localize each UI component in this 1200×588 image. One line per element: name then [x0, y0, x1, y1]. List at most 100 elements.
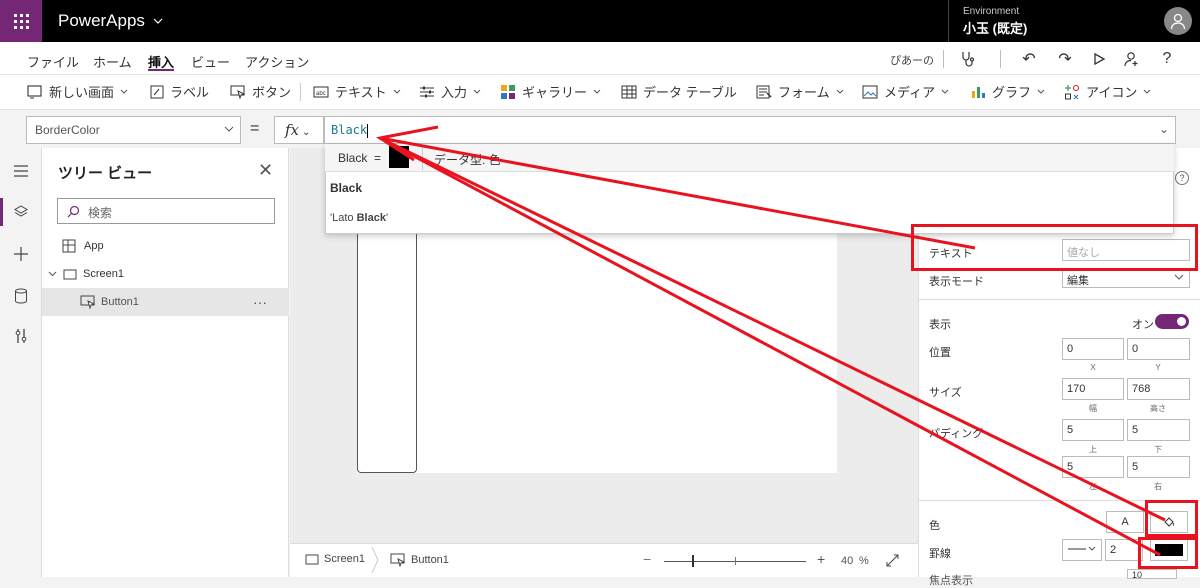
menu-file[interactable]: ファイル: [27, 52, 79, 71]
zoom-in-button[interactable]: +: [817, 551, 825, 567]
insert-rail-button[interactable]: [10, 243, 32, 265]
redo-icon: ↷: [1058, 51, 1072, 68]
tree-view-rail-button[interactable]: [10, 201, 32, 223]
gallery-menu-button[interactable]: ギャラリー: [500, 82, 601, 101]
data-type-text: データ型: 色: [434, 153, 501, 167]
chevron-down-icon: ⌄: [302, 127, 311, 138]
help-button[interactable]: ?: [1156, 48, 1178, 70]
app-checker-button[interactable]: [957, 48, 979, 70]
left-sublabel: 左: [1089, 482, 1097, 491]
zoom-out-button[interactable]: −: [643, 551, 651, 567]
formula-input[interactable]: Black ⌄: [324, 116, 1176, 144]
new-screen-icon: [27, 84, 42, 98]
gallery-icon: [501, 84, 515, 99]
undo-button[interactable]: ↶: [1018, 48, 1040, 70]
padding-bottom-input[interactable]: 5: [1127, 419, 1190, 441]
share-button[interactable]: [1121, 48, 1143, 70]
menu-view[interactable]: ビュー: [191, 52, 230, 71]
button-icon: [230, 85, 246, 99]
label-icon: [150, 85, 164, 98]
suggestion-item[interactable]: 'Lato Black': [330, 212, 388, 224]
chart-menu-button[interactable]: グラフ: [970, 82, 1045, 101]
app-icon: [62, 239, 76, 253]
section-divider: [919, 299, 1200, 300]
breadcrumb-screen1[interactable]: Screen1: [305, 553, 365, 565]
toolbar-divider: [943, 50, 944, 68]
zoom-slider-thumb[interactable]: [692, 555, 694, 567]
formula-text: Black: [331, 123, 368, 137]
padding-top-input[interactable]: 5: [1062, 419, 1124, 441]
fx-button[interactable]: fx ⌄: [274, 116, 324, 144]
tree-item-screen1[interactable]: Screen1: [42, 260, 289, 288]
width-input[interactable]: 170: [1062, 378, 1124, 400]
breadcrumb-button1[interactable]: Button1: [390, 553, 449, 567]
input-menu-button[interactable]: 入力: [419, 82, 481, 101]
border-style-select[interactable]: [1062, 539, 1102, 561]
button-insert-button[interactable]: ボタン: [230, 82, 291, 101]
app-switcher[interactable]: PowerApps: [58, 11, 163, 31]
question-icon: ?: [1162, 50, 1172, 67]
position-x-input[interactable]: 0: [1062, 338, 1124, 360]
menu-action[interactable]: アクション: [245, 52, 309, 71]
form-icon: [756, 85, 772, 98]
app-launcher-button[interactable]: [0, 0, 42, 42]
breadcrumb-label: Button1: [411, 554, 449, 566]
advanced-tools-rail-button[interactable]: [10, 325, 32, 347]
tree-item-app[interactable]: App: [42, 232, 289, 260]
chevron-down-icon: [1037, 89, 1045, 94]
form-menu-button[interactable]: フォーム: [756, 82, 844, 101]
height-input[interactable]: 768: [1127, 378, 1190, 400]
padding-right-input[interactable]: 5: [1127, 456, 1190, 478]
display-mode-select[interactable]: 編集: [1062, 268, 1190, 288]
suggestion-item[interactable]: Black: [330, 181, 362, 195]
x-label: X: [1090, 363, 1096, 372]
table-icon: [621, 85, 637, 98]
text-color-button[interactable]: A: [1106, 511, 1144, 533]
chevron-down-icon: [120, 89, 128, 94]
signature-name: Black: [338, 151, 368, 165]
media-menu-label: メディア: [884, 85, 936, 100]
chevron-down-icon: [393, 89, 400, 94]
avatar[interactable]: [1164, 7, 1192, 35]
padding-top-value: 5: [1067, 424, 1074, 436]
annotation-box-border-color: [1138, 537, 1198, 569]
padding-label: パディング: [929, 428, 984, 440]
environment-label: Environment: [963, 6, 1020, 17]
help-icon[interactable]: ?: [1175, 171, 1189, 185]
next-property-input[interactable]: 10: [1127, 569, 1177, 580]
size-label: サイズ: [929, 387, 962, 399]
expand-formula-icon[interactable]: ⌄: [1159, 122, 1169, 136]
search-placeholder: 検索: [88, 206, 113, 220]
ribbon-divider: [300, 83, 301, 101]
text-menu-button[interactable]: abc テキスト: [313, 82, 401, 101]
database-icon: [15, 288, 27, 304]
menu-home[interactable]: ホーム: [93, 52, 132, 71]
data-table-button[interactable]: データ テーブル: [621, 82, 737, 101]
new-screen-label: 新しい画面: [49, 85, 115, 100]
icon-menu-button[interactable]: アイコン: [1064, 82, 1151, 101]
preview-button[interactable]: [1088, 48, 1110, 70]
visible-toggle[interactable]: [1155, 314, 1189, 329]
zoom-unit: %: [859, 555, 869, 567]
label-button[interactable]: ラベル: [150, 82, 209, 101]
environment-picker[interactable]: Environment 小玉 (既定): [948, 0, 1158, 42]
search-input[interactable]: 検索: [57, 198, 275, 224]
close-icon[interactable]: ✕: [258, 160, 273, 181]
redo-button[interactable]: ↷: [1054, 48, 1076, 70]
breadcrumb-separator: [371, 546, 379, 574]
new-screen-button[interactable]: 新しい画面: [27, 82, 128, 101]
fit-to-window-icon[interactable]: [886, 554, 899, 567]
zoom-value: 40: [841, 555, 854, 567]
more-options-icon[interactable]: ···: [253, 294, 267, 310]
toolbar-divider: [1000, 50, 1001, 68]
chevron-down-icon: [941, 89, 949, 94]
position-y-input[interactable]: 0: [1127, 338, 1190, 360]
padding-left-input[interactable]: 5: [1062, 456, 1124, 478]
media-menu-button[interactable]: メディア: [862, 82, 949, 101]
property-selector[interactable]: BorderColor: [26, 116, 241, 144]
data-rail-button[interactable]: [10, 285, 32, 307]
visible-label: 表示: [929, 319, 951, 331]
tree-item-button1[interactable]: Button1 ···: [42, 288, 289, 316]
display-mode-value: 編集: [1067, 275, 1089, 287]
hamburger-menu-button[interactable]: [10, 160, 32, 182]
